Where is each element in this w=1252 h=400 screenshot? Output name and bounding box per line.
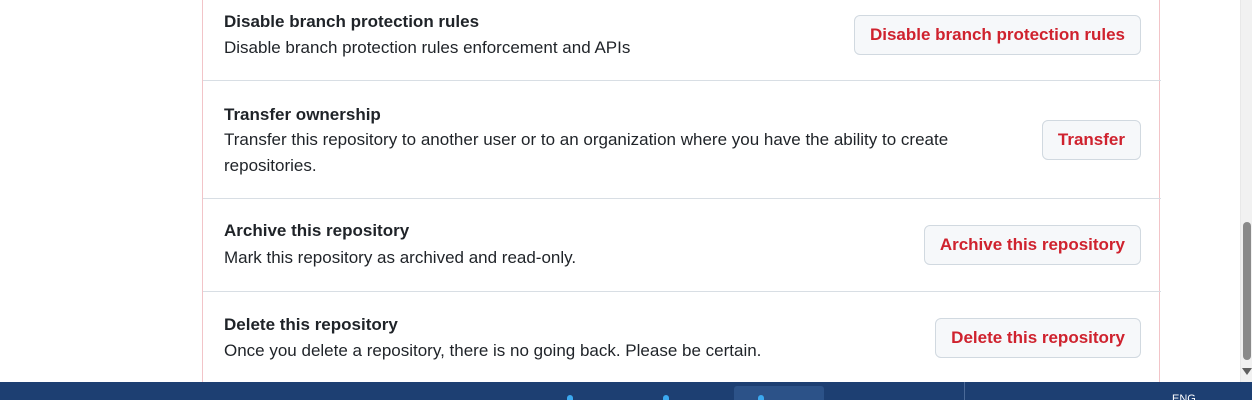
disable-branch-protection-title: Disable branch protection rules	[224, 12, 480, 31]
scrollbar-thumb[interactable]	[1243, 222, 1251, 360]
page: Disable branch protection rules Disable …	[0, 0, 1252, 400]
archive-repository-button[interactable]: Archive this repository	[923, 225, 1141, 265]
taskbar: ENG	[0, 382, 1252, 400]
danger-row-archive-repository: Archive this repository Mark this reposi…	[203, 199, 1161, 292]
vertical-scrollbar[interactable]	[1240, 0, 1252, 382]
taskbar-app-icon[interactable]	[567, 395, 573, 400]
transfer-ownership-title: Transfer ownership	[224, 105, 381, 124]
taskbar-app-icon[interactable]	[758, 395, 764, 400]
disable-branch-protection-description: Disable branch protection rules enforcem…	[224, 38, 631, 57]
disable-branch-protection-button[interactable]: Disable branch protection rules	[853, 15, 1141, 55]
archive-repository-description: Mark this repository as archived and rea…	[224, 248, 577, 267]
danger-row-delete-repository: Delete this repository Once you delete a…	[203, 292, 1161, 390]
language-indicator[interactable]: ENG	[1172, 393, 1196, 400]
taskbar-app-icon[interactable]	[663, 395, 669, 400]
taskbar-active-app[interactable]	[734, 386, 824, 400]
danger-zone-box: Disable branch protection rules Disable …	[202, 0, 1161, 390]
delete-repository-button[interactable]: Delete this repository	[935, 318, 1141, 358]
taskbar-divider	[964, 382, 965, 400]
scroll-down-arrow-icon[interactable]	[1242, 368, 1252, 375]
archive-repository-title: Archive this repository	[224, 221, 410, 240]
danger-row-transfer-ownership: Transfer ownership Transfer this reposit…	[203, 81, 1161, 199]
delete-repository-description: Once you delete a repository, there is n…	[224, 341, 762, 360]
transfer-ownership-description: Transfer this repository to another user…	[224, 130, 949, 175]
delete-repository-title: Delete this repository	[224, 315, 398, 334]
danger-row-disable-branch-protection: Disable branch protection rules Disable …	[203, 0, 1161, 81]
transfer-button[interactable]: Transfer	[1041, 120, 1141, 160]
